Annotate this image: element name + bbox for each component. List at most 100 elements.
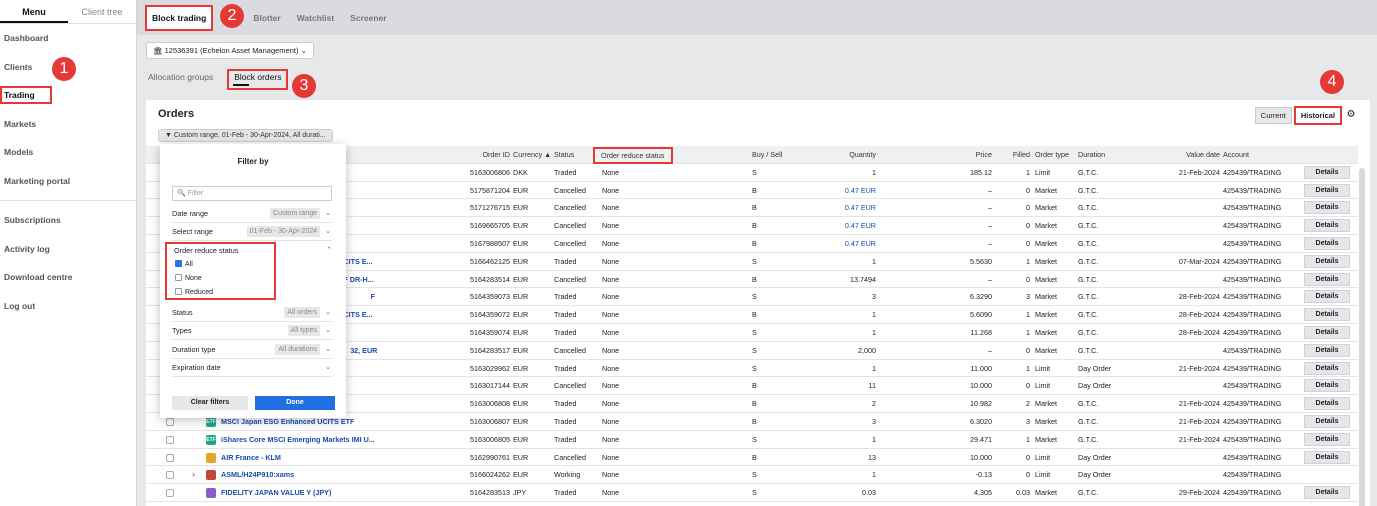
- done-button[interactable]: Done: [255, 396, 335, 410]
- sidebar-item-dashboard[interactable]: Dashboard: [0, 24, 136, 53]
- table-row[interactable]: AIR France - KLM 5162990761 EUR Cancelled No…: [146, 448, 1358, 467]
- expand-row-icon[interactable]: ›: [192, 466, 195, 484]
- details-button[interactable]: Details: [1304, 290, 1350, 304]
- filter-date-range[interactable]: Date range Custom range ⌄: [172, 205, 332, 223]
- col-currency[interactable]: Currency ▲: [513, 146, 551, 164]
- filter-expiration-date[interactable]: Expiration date ⌄: [172, 359, 332, 377]
- tab-screener[interactable]: Screener: [350, 13, 386, 23]
- tab-menu[interactable]: Menu: [0, 0, 68, 23]
- details-button[interactable]: Details: [1304, 361, 1350, 375]
- option-all[interactable]: All: [175, 260, 193, 268]
- instrument-name[interactable]: AIR France - KLM: [221, 449, 281, 467]
- tab-block-orders[interactable]: Block orders: [227, 69, 289, 90]
- filter-search-input[interactable]: 🔍 Filter: [172, 186, 332, 201]
- option-none[interactable]: None: [175, 274, 202, 282]
- details-button[interactable]: Details: [1304, 397, 1350, 411]
- instrument-name[interactable]: iShares Core MSCI Emerging Markets IMI U…: [221, 431, 375, 449]
- details-button[interactable]: Details: [1304, 325, 1350, 339]
- details-button[interactable]: Details: [1304, 219, 1350, 233]
- col-buy-sell[interactable]: Buy / Sell: [752, 146, 782, 164]
- historical-button[interactable]: Historical: [1293, 106, 1342, 125]
- step-badge-1: 1: [52, 57, 76, 81]
- col-price[interactable]: Price: [916, 146, 992, 164]
- details-button[interactable]: Details: [1304, 183, 1350, 197]
- cell-filled: 0: [1026, 203, 1030, 213]
- sidebar-item-download-centre[interactable]: Download centre: [0, 263, 136, 292]
- gear-icon[interactable]: ⚙: [1344, 109, 1358, 123]
- cell-price: 5.6090: [970, 310, 992, 320]
- tab-block-trading[interactable]: Block trading: [145, 4, 214, 31]
- details-button[interactable]: Details: [1304, 343, 1350, 357]
- tab-watchlist[interactable]: Watchlist: [297, 13, 334, 23]
- col-status[interactable]: Status: [554, 146, 574, 164]
- row-checkbox[interactable]: [166, 471, 174, 480]
- details-button[interactable]: Details: [1304, 432, 1350, 446]
- col-value-date[interactable]: Value date: [1160, 146, 1220, 164]
- search-icon: 🔍: [177, 190, 186, 197]
- option-reduced[interactable]: Reduced: [175, 288, 213, 296]
- clear-filters-button[interactable]: Clear filters: [172, 396, 248, 410]
- col-quantity[interactable]: Quantity: [796, 146, 876, 164]
- table-scrollbar[interactable]: [1359, 168, 1365, 506]
- details-button[interactable]: Details: [1304, 272, 1350, 286]
- sidebar-item-markets[interactable]: Markets: [0, 110, 136, 139]
- row-checkbox[interactable]: [166, 435, 174, 444]
- instrument-name[interactable]: F DR-H...: [343, 271, 373, 289]
- details-button[interactable]: Details: [1304, 254, 1350, 268]
- sidebar-item-subscriptions[interactable]: Subscriptions: [0, 206, 136, 235]
- chevron-up-icon[interactable]: ⌃: [326, 246, 332, 254]
- instrument-name[interactable]: 32, EUR: [350, 342, 377, 360]
- details-button[interactable]: Details: [1304, 165, 1350, 179]
- instrument-name[interactable]: FIDELITY JAPAN VALUE Y (JPY): [221, 484, 331, 502]
- sidebar-item-models[interactable]: Models: [0, 138, 136, 167]
- col-filled[interactable]: Filled: [998, 146, 1030, 164]
- table-row[interactable]: FIDELITY JAPAN VALUE Y (JPY) 5164283513 JP…: [146, 484, 1358, 502]
- row-checkbox[interactable]: [166, 453, 174, 462]
- row-checkbox[interactable]: [166, 489, 174, 498]
- col-order-id[interactable]: Order ID: [414, 146, 510, 164]
- tab-allocation-groups[interactable]: Allocation groups: [148, 72, 213, 90]
- sidebar-item-log-out[interactable]: Log out: [0, 292, 136, 321]
- date-range-filter-pill[interactable]: ▼ Custom range, 01-Feb - 30-Apr-2024, Al…: [158, 129, 333, 142]
- sidebar-item-marketing-portal[interactable]: Marketing portal: [0, 167, 136, 196]
- details-button[interactable]: Details: [1304, 486, 1350, 500]
- sidebar-item-trading[interactable]: Trading: [0, 81, 136, 110]
- cell-status: Traded: [554, 416, 577, 426]
- tab-blotter[interactable]: Blotter: [253, 13, 280, 23]
- cell-order-reduce-status: None: [602, 327, 620, 337]
- row-checkbox[interactable]: [166, 417, 174, 426]
- cell-buy-sell: B: [752, 221, 757, 231]
- instrument-name[interactable]: ASML/H24P910:xams: [221, 466, 294, 484]
- details-button[interactable]: Details: [1304, 236, 1350, 250]
- cell-price: –: [988, 185, 992, 195]
- details-button[interactable]: Details: [1304, 450, 1350, 464]
- tab-client-tree[interactable]: Client tree: [68, 0, 136, 23]
- sidebar-tabs: Menu Client tree: [0, 0, 136, 24]
- table-row[interactable]: ETF iShares Core MSCI Emerging Markets IM…: [146, 431, 1358, 449]
- col-account[interactable]: Account: [1223, 146, 1249, 164]
- col-order-reduce-status[interactable]: Order reduce status: [593, 147, 673, 164]
- instrument-name[interactable]: CITS E...: [343, 306, 372, 324]
- instrument-name[interactable]: CITS E...: [343, 253, 372, 271]
- sidebar-item-activity-log[interactable]: Activity log: [0, 235, 136, 264]
- filter-duration-type[interactable]: Duration type All durations ⌄: [172, 341, 332, 359]
- details-button[interactable]: Details: [1304, 379, 1350, 393]
- cell-order-id: 5171276715: [470, 203, 510, 213]
- instrument-name[interactable]: F: [371, 288, 375, 306]
- filter-status[interactable]: Status All orders ⌄: [172, 304, 332, 322]
- details-button[interactable]: Details: [1304, 308, 1350, 322]
- col-order-type[interactable]: Order type: [1035, 146, 1069, 164]
- current-button[interactable]: Current: [1254, 107, 1292, 124]
- cell-account: 425439/TRADING: [1223, 310, 1282, 320]
- details-button[interactable]: Details: [1304, 201, 1350, 215]
- details-button[interactable]: Details: [1304, 414, 1350, 428]
- filter-select-range[interactable]: Select range 01-Feb - 30-Apr-2024 ⌄: [172, 223, 332, 241]
- cell-order-type: Market: [1035, 345, 1057, 355]
- table-row[interactable]: › ASML/H24P910:xams 5166024262 EUR Working No…: [146, 466, 1358, 485]
- cell-order-id: 5166462125: [470, 256, 510, 266]
- account-selector[interactable]: 🏛 12536391 (Echelon Asset Management) ⌄: [146, 42, 314, 59]
- cell-order-id: 5163006807: [470, 416, 510, 426]
- filter-types[interactable]: Types All types ⌄: [172, 322, 332, 340]
- col-duration[interactable]: Duration: [1078, 146, 1105, 164]
- cell-status: Cancelled: [554, 221, 586, 231]
